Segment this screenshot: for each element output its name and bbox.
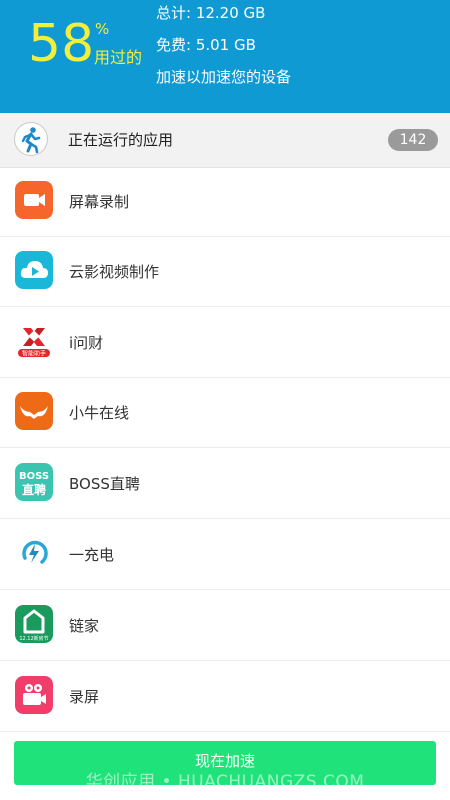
usage-percent: 58	[28, 14, 95, 74]
lianjia-badge-text: 12.12新房节	[19, 635, 48, 642]
running-apps-label: 正在运行的应用	[68, 131, 174, 149]
app-name: 屏幕录制	[69, 193, 130, 211]
charge-logo-icon	[15, 534, 53, 572]
iwencai-logo-icon: 智能助手	[15, 322, 53, 360]
app-name: BOSS直聘	[69, 475, 140, 493]
film-camera-icon	[15, 676, 53, 714]
app-row-xiaoniu[interactable]: 小牛在线	[0, 378, 450, 448]
app-name: 链家	[69, 617, 100, 635]
app-row-cloud-video[interactable]: 云影视频制作	[0, 237, 450, 307]
app-row-boss[interactable]: BOSS 直聘 BOSS直聘	[0, 449, 450, 519]
watermark: 华创应用 • HUACHUANGZS.COM	[85, 772, 365, 792]
house-icon: 12.12新房节	[15, 605, 53, 643]
app-name: 云影视频制作	[69, 263, 160, 281]
app-row-lianjia[interactable]: 12.12新房节 链家	[0, 591, 450, 661]
boss-logo-icon: BOSS 直聘	[15, 463, 53, 501]
usage-label: 用过的	[94, 48, 143, 67]
total-storage: 总计: 12.20 GB	[156, 4, 266, 22]
boss-badge-text-2: 直聘	[22, 482, 46, 497]
running-person-icon	[14, 122, 48, 156]
boost-hint: 加速以加速您的设备	[156, 68, 292, 86]
percent-sign: %	[95, 20, 110, 38]
boss-badge-text: BOSS	[19, 471, 49, 482]
app-name: 录屏	[69, 688, 100, 706]
cloud-play-icon	[15, 251, 53, 289]
app-name: i问财	[69, 334, 104, 352]
app-name: 小牛在线	[69, 404, 130, 422]
app-row-charge[interactable]: 一充电	[0, 520, 450, 590]
running-apps-count: 142	[388, 129, 438, 151]
app-row-screen-capture[interactable]: 录屏	[0, 662, 450, 732]
bull-horns-icon	[15, 392, 53, 430]
app-row-screen-record[interactable]: 屏幕录制	[0, 167, 450, 237]
free-storage: 免费: 5.01 GB	[156, 36, 256, 54]
storage-header: 58 % 用过的 总计: 12.20 GB 免费: 5.01 GB 加速以加速您…	[0, 0, 450, 113]
iwencai-badge-text: 智能助手	[22, 350, 46, 358]
running-apps-bar[interactable]: 正在运行的应用 142	[0, 113, 450, 168]
app-row-iwencai[interactable]: 智能助手 i问财	[0, 308, 450, 378]
video-camera-icon	[15, 181, 53, 219]
app-name: 一充电	[69, 546, 115, 564]
